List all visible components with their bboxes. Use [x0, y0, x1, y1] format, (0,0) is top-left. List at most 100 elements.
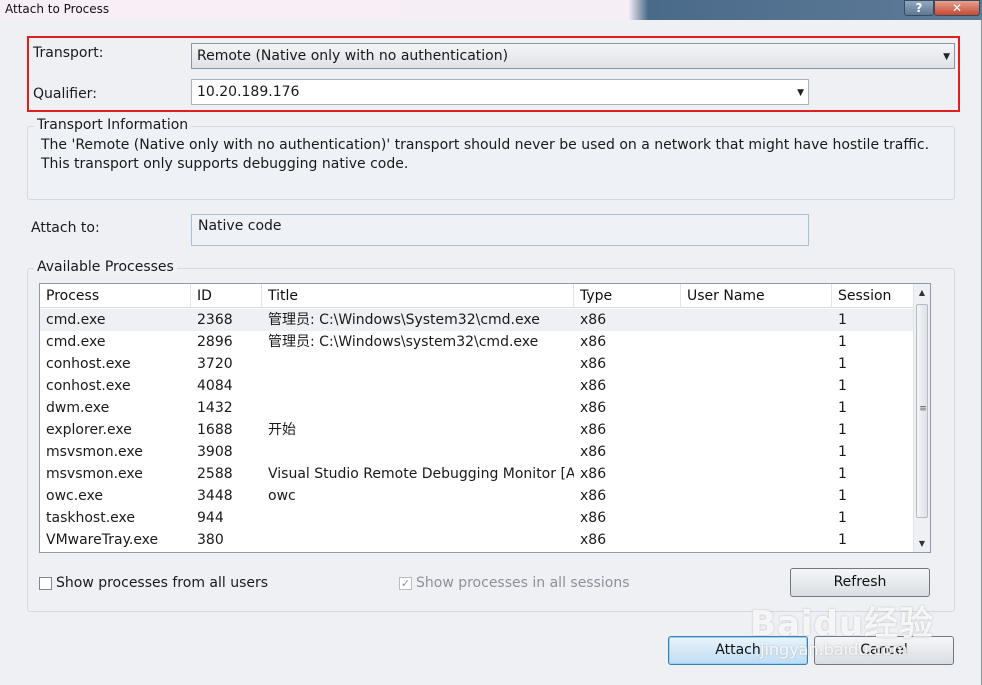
cell-id: 3720 [197, 356, 233, 372]
cell-session: 1 [838, 488, 847, 504]
close-button[interactable]: ✕ [934, 0, 980, 16]
qualifier-combobox[interactable]: 10.20.189.176 ▼ [191, 79, 809, 105]
scroll-up-arrow-icon[interactable]: ▲ [914, 284, 930, 301]
transport-info-title: Transport Information [34, 117, 192, 133]
cell-session: 1 [838, 466, 847, 482]
cell-id: 1432 [197, 400, 233, 416]
cell-session: 1 [838, 334, 847, 350]
transport-dropdown[interactable]: Remote (Native only with no authenticati… [191, 43, 955, 69]
cell-process: msvsmon.exe [46, 466, 143, 482]
watermark-url: jingyan.baidu.com [760, 640, 908, 659]
title-bar: Attach to Process ? ✕ [0, 0, 982, 20]
table-row[interactable]: explorer.exe 1688 开始 x86 1 [40, 419, 914, 441]
cell-type: x86 [580, 400, 607, 416]
cell-process: conhost.exe [46, 356, 131, 372]
cell-user-name [681, 397, 832, 419]
cell-type: x86 [580, 356, 607, 372]
show-all-sessions-label: Show processes in all sessions [416, 575, 630, 591]
window-title: Attach to Process [5, 2, 110, 16]
cell-type: x86 [580, 488, 607, 504]
table-row[interactable]: taskhost.exe 944 x86 1 [40, 507, 914, 529]
table-row[interactable]: cmd.exe 2368 管理员: C:\Windows\System32\cmd.… [40, 309, 914, 331]
cell-process: conhost.exe [46, 378, 131, 394]
cell-title [262, 441, 574, 463]
table-row[interactable]: cmd.exe 2896 管理员: C:\Windows\system32\cmd.… [40, 331, 914, 353]
cell-process: VMwareTray.exe [46, 532, 159, 548]
cell-id: 4084 [197, 378, 233, 394]
available-processes-title: Available Processes [34, 259, 177, 275]
checkmark-icon: ✓ [400, 577, 411, 590]
grip-icon: ≡ [919, 404, 927, 414]
cell-type: x86 [580, 312, 607, 328]
cell-type: x86 [580, 532, 607, 548]
cell-title [262, 507, 574, 529]
cell-user-name [681, 507, 832, 529]
cell-title: 管理员: C:\Windows\System32\cmd.exe [268, 312, 540, 328]
scrollbar-thumb[interactable]: ≡ [916, 304, 928, 518]
cell-user-name [681, 529, 832, 551]
cell-session: 1 [838, 532, 847, 548]
transport-info-group: Transport Information The 'Remote (Nativ… [27, 117, 955, 200]
cell-user-name [681, 419, 832, 441]
show-all-sessions-checkbox[interactable]: ✓ [399, 577, 412, 590]
cell-user-name [681, 375, 832, 397]
attach-to-field[interactable]: Native code [191, 214, 809, 246]
table-row[interactable]: conhost.exe 4084 x86 1 [40, 375, 914, 397]
attach-to-label: Attach to: [31, 220, 100, 236]
cell-session: 1 [838, 422, 847, 438]
cell-id: 3448 [197, 488, 233, 504]
cell-process: msvsmon.exe [46, 444, 143, 460]
cell-title [262, 353, 574, 375]
cell-title: Visual Studio Remote Debugging Monitor [… [268, 466, 574, 482]
cell-type: x86 [580, 378, 607, 394]
watermark-logo: Baidu经验 [750, 604, 935, 644]
qualifier-label: Qualifier: [33, 86, 97, 102]
cell-session: 1 [838, 510, 847, 526]
cell-type: x86 [580, 444, 607, 460]
show-all-users-label: Show processes from all users [56, 575, 269, 591]
cell-process: explorer.exe [46, 422, 132, 438]
table-row[interactable]: VMwareTray.exe 380 x86 1 [40, 529, 914, 551]
cell-session: 1 [838, 356, 847, 372]
cell-user-name [681, 485, 832, 507]
scroll-down-arrow-icon[interactable]: ▼ [914, 535, 930, 552]
cell-user-name [681, 353, 832, 375]
column-header-title[interactable]: Title [262, 284, 574, 308]
column-header-process[interactable]: Process [40, 284, 191, 308]
column-header-user-name[interactable]: User Name [681, 284, 832, 308]
cell-session: 1 [838, 444, 847, 460]
transport-info-text: The 'Remote (Native only with no authent… [41, 137, 930, 172]
cell-process: owc.exe [46, 488, 103, 504]
cell-user-name [681, 463, 832, 485]
transport-value: Remote (Native only with no authenticati… [197, 48, 509, 64]
cell-id: 3908 [197, 444, 233, 460]
cell-session: 1 [838, 312, 847, 328]
cell-title [262, 375, 574, 397]
show-all-users-checkbox[interactable] [39, 577, 52, 590]
chevron-down-icon: ▼ [943, 52, 950, 62]
cell-id: 2896 [197, 334, 233, 350]
table-row[interactable]: conhost.exe 3720 x86 1 [40, 353, 914, 375]
cell-process: cmd.exe [46, 334, 106, 350]
transport-label: Transport: [33, 45, 104, 61]
table-row[interactable]: owc.exe 3448 owc x86 1 [40, 485, 914, 507]
cell-id: 380 [197, 532, 224, 548]
qualifier-value: 10.20.189.176 [197, 84, 300, 100]
cell-title: 开始 [268, 422, 296, 438]
cell-title [262, 529, 574, 551]
column-header-session[interactable]: Session [832, 284, 914, 308]
help-button[interactable]: ? [904, 0, 934, 16]
chevron-down-icon[interactable]: ▼ [797, 81, 804, 105]
cell-type: x86 [580, 510, 607, 526]
table-row[interactable]: msvsmon.exe 3908 x86 1 [40, 441, 914, 463]
cell-user-name [681, 441, 832, 463]
refresh-button[interactable]: Refresh [790, 568, 930, 597]
table-header: Process ID Title Type User Name Session [40, 284, 914, 308]
table-row[interactable]: msvsmon.exe 2588 Visual Studio Remote Debu… [40, 463, 914, 485]
column-header-type[interactable]: Type [574, 284, 681, 308]
table-row[interactable]: dwm.exe 1432 x86 1 [40, 397, 914, 419]
column-header-id[interactable]: ID [191, 284, 262, 308]
cell-type: x86 [580, 422, 607, 438]
process-table[interactable]: Process ID Title Type User Name Session … [39, 283, 931, 553]
vertical-scrollbar[interactable]: ▲ ≡ ▼ [913, 284, 930, 552]
